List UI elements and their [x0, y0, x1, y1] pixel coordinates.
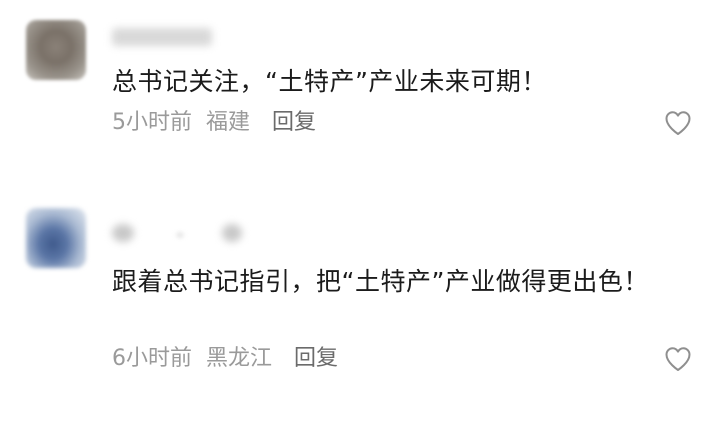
comment-text: 跟着总书记指引，把“土特产”产业做得更出色！: [112, 267, 649, 296]
username-blurred[interactable]: [112, 28, 212, 46]
comment-time: 6小时前: [112, 346, 192, 371]
comment-time: 5小时前: [112, 110, 192, 135]
comment-meta: 6小时前 黑龙江 回复: [112, 344, 338, 374]
heart-outline-icon: [665, 347, 691, 371]
like-button[interactable]: [664, 346, 692, 372]
comment-location: 福建: [206, 110, 251, 135]
avatar[interactable]: [26, 208, 86, 268]
comment-location: 黑龙江: [206, 346, 273, 371]
like-button[interactable]: [664, 110, 692, 136]
comment-meta: 5小时前 福建 回复: [112, 108, 316, 138]
reply-button[interactable]: 回复: [294, 346, 338, 371]
username-blurred-dot: [176, 232, 184, 238]
heart-outline-icon: [665, 111, 691, 135]
reply-button[interactable]: 回复: [272, 110, 316, 135]
username-blurred-part: [222, 224, 242, 242]
username-blurred[interactable]: [112, 224, 134, 242]
avatar[interactable]: [26, 20, 86, 80]
comment-text: 总书记关注，“土特产”产业未来可期！: [112, 67, 547, 96]
